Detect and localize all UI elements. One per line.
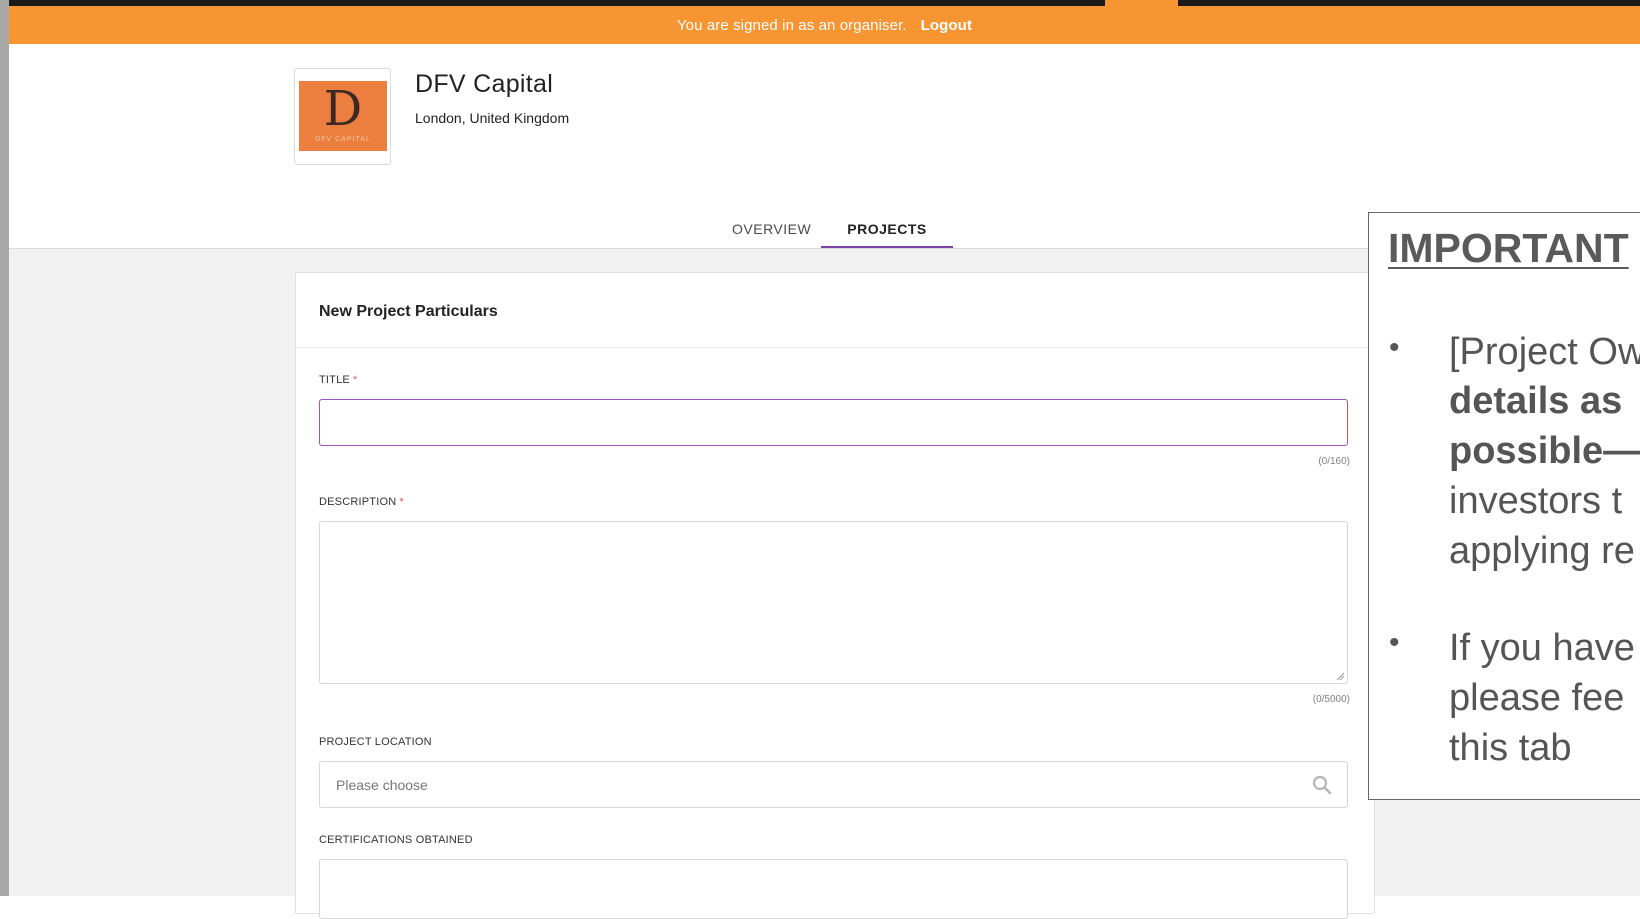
callout-bullet-line: details as xyxy=(1449,380,1623,422)
callout-title: IMPORTANT xyxy=(1388,225,1629,271)
organisation-name: DFV Capital xyxy=(415,70,554,98)
description-textarea[interactable] xyxy=(319,521,1348,684)
callout-bullet-line: [Project Ow xyxy=(1449,331,1640,373)
logout-link[interactable]: Logout xyxy=(921,17,972,34)
search-icon xyxy=(1312,775,1332,795)
title-label-text: TITLE xyxy=(319,374,350,386)
location-label: PROJECT LOCATION xyxy=(319,736,432,748)
title-required-mark: * xyxy=(352,374,358,386)
title-input[interactable] xyxy=(319,399,1348,446)
tab-overview[interactable]: OVERVIEW xyxy=(732,214,811,246)
logo-caption: DFV CAPITAL xyxy=(315,136,371,143)
callout-bullet-line: applying re xyxy=(1449,530,1635,572)
form-heading: New Project Particulars xyxy=(319,303,498,320)
certifications-label: CERTIFICATIONS OBTAINED xyxy=(319,834,473,846)
window-left-edge xyxy=(0,0,9,896)
callout-bullet-line: investors t xyxy=(1449,480,1623,522)
new-project-form-card: New Project Particulars TITLE * (0/160) D… xyxy=(295,272,1375,919)
certifications-input[interactable] xyxy=(319,859,1348,919)
description-character-counter: (0/5000) xyxy=(1312,694,1350,705)
signed-in-message: You are signed in as an organiser. xyxy=(676,16,907,34)
bullet-marker: • xyxy=(1389,331,1400,364)
callout-bullet-line: please fee xyxy=(1449,677,1625,719)
description-label-text: DESCRIPTION xyxy=(319,496,397,508)
title-label: TITLE * xyxy=(319,374,357,386)
description-label: DESCRIPTION * xyxy=(319,496,404,508)
title-character-counter: (0/160) xyxy=(1318,456,1350,467)
bullet-marker: • xyxy=(1389,626,1400,659)
resize-handle-icon[interactable] xyxy=(1335,671,1345,681)
important-callout: IMPORTANT • [Project Ow details as possi… xyxy=(1368,212,1640,800)
location-placeholder: Please choose xyxy=(336,776,428,793)
description-required-mark: * xyxy=(399,496,404,508)
heading-divider xyxy=(296,347,1374,348)
callout-bullet-line: possible— xyxy=(1449,430,1640,472)
organisation-location: London, United Kingdom xyxy=(415,110,570,126)
project-location-select[interactable]: Please choose xyxy=(319,761,1348,808)
logo-monogram: D xyxy=(323,81,363,137)
organisation-logo: D DFV CAPITAL xyxy=(294,68,391,165)
tab-projects[interactable]: PROJECTS xyxy=(821,214,953,248)
signed-in-banner: You are signed in as an organiser. Logou… xyxy=(9,6,1640,44)
logo-tile: D DFV CAPITAL xyxy=(299,81,387,151)
callout-bullet-line: If you have xyxy=(1449,627,1635,669)
callout-bullet-line: this tab xyxy=(1449,727,1572,769)
